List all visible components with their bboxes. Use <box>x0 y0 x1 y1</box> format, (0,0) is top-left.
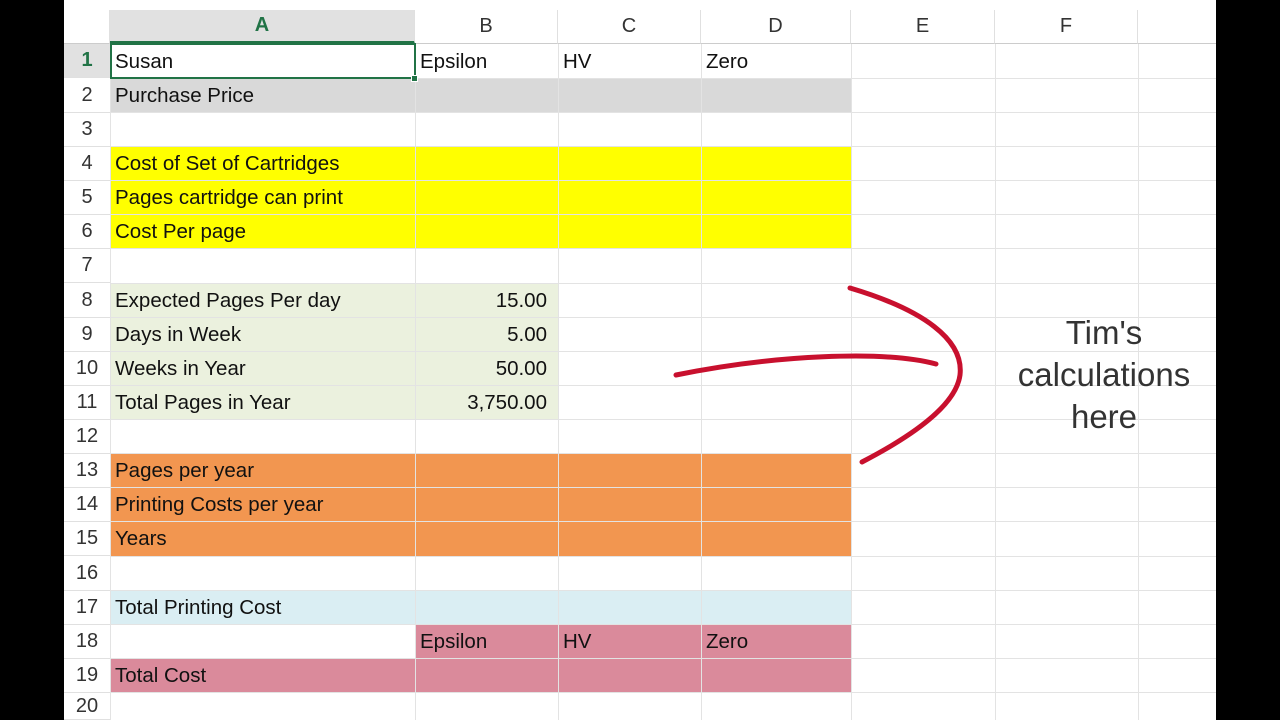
cell-a6[interactable]: Cost Per page <box>115 215 246 249</box>
row-header-8[interactable]: 8 <box>64 284 110 318</box>
column-header-e[interactable]: E <box>851 10 995 44</box>
column-header-f[interactable]: F <box>995 10 1138 44</box>
row-header-6[interactable]: 6 <box>64 215 110 249</box>
row-header-10[interactable]: 10 <box>64 352 110 386</box>
row-header-9[interactable]: 9 <box>64 318 110 352</box>
row-header-20[interactable]: 20 <box>64 693 110 720</box>
column-header-a[interactable]: A <box>110 10 415 44</box>
cell-a11[interactable]: Total Pages in Year <box>115 386 291 420</box>
cell-c1[interactable]: HV <box>563 45 591 79</box>
cell-a13[interactable]: Pages per year <box>115 454 254 488</box>
cell-a8[interactable]: Expected Pages Per day <box>115 284 341 318</box>
row-header-12[interactable]: 12 <box>64 420 110 454</box>
annotation-line-2: calculations <box>1017 356 1191 393</box>
annotation-text: Tim's calculations here <box>984 312 1216 438</box>
cell-d18[interactable]: Zero <box>706 625 748 659</box>
annotation-line-1: Tim's <box>1065 314 1143 351</box>
annotation-line-3: here <box>1070 398 1138 435</box>
cell-b18[interactable]: Epsilon <box>420 625 487 659</box>
cell-a5[interactable]: Pages cartridge can print <box>115 181 343 215</box>
row-header-18[interactable]: 18 <box>64 625 110 659</box>
column-header-corner[interactable] <box>64 10 110 44</box>
row-header-3[interactable]: 3 <box>64 113 110 147</box>
row-header-11[interactable]: 11 <box>64 386 110 420</box>
row-header-14[interactable]: 14 <box>64 488 110 522</box>
row-header-15[interactable]: 15 <box>64 522 110 556</box>
cell-a2[interactable]: Purchase Price <box>115 79 254 113</box>
cell-a19[interactable]: Total Cost <box>115 659 206 693</box>
row-header-4[interactable]: 4 <box>64 147 110 181</box>
column-header-c[interactable]: C <box>558 10 701 44</box>
cell-a10[interactable]: Weeks in Year <box>115 352 246 386</box>
row-header-5[interactable]: 5 <box>64 181 110 215</box>
red-arrow-annotation <box>673 285 963 465</box>
cell-a14[interactable]: Printing Costs per year <box>115 488 324 522</box>
pink-fill-row19 <box>110 659 851 693</box>
row-header-19[interactable]: 19 <box>64 659 110 693</box>
row-header-2[interactable]: 2 <box>64 79 110 113</box>
spreadsheet-grid: A B C D E F G 1 2 3 4 5 6 7 8 9 10 11 12… <box>64 0 1216 720</box>
row-header-17[interactable]: 17 <box>64 591 110 625</box>
cell-b1[interactable]: Epsilon <box>420 45 487 79</box>
active-cell-selection[interactable] <box>110 43 416 79</box>
row-header-16[interactable]: 16 <box>64 557 110 591</box>
cell-a4[interactable]: Cost of Set of Cartridges <box>115 147 339 181</box>
cell-b8[interactable]: 15.00 <box>415 284 547 318</box>
cell-a15[interactable]: Years <box>115 522 167 556</box>
row-header-1[interactable]: 1 <box>64 44 110 78</box>
cell-c18[interactable]: HV <box>563 625 591 659</box>
row-header-7[interactable]: 7 <box>64 249 110 283</box>
column-header-d[interactable]: D <box>701 10 851 44</box>
cell-a17[interactable]: Total Printing Cost <box>115 591 281 625</box>
column-header-g[interactable]: G <box>1138 10 1216 44</box>
cell-b11[interactable]: 3,750.00 <box>415 386 547 420</box>
cell-a9[interactable]: Days in Week <box>115 318 241 352</box>
cell-d1[interactable]: Zero <box>706 45 748 79</box>
cell-b9[interactable]: 5.00 <box>415 318 547 352</box>
row-header-13[interactable]: 13 <box>64 454 110 488</box>
fill-handle[interactable] <box>411 75 418 82</box>
cell-b10[interactable]: 50.00 <box>415 352 547 386</box>
column-header-b[interactable]: B <box>415 10 558 44</box>
